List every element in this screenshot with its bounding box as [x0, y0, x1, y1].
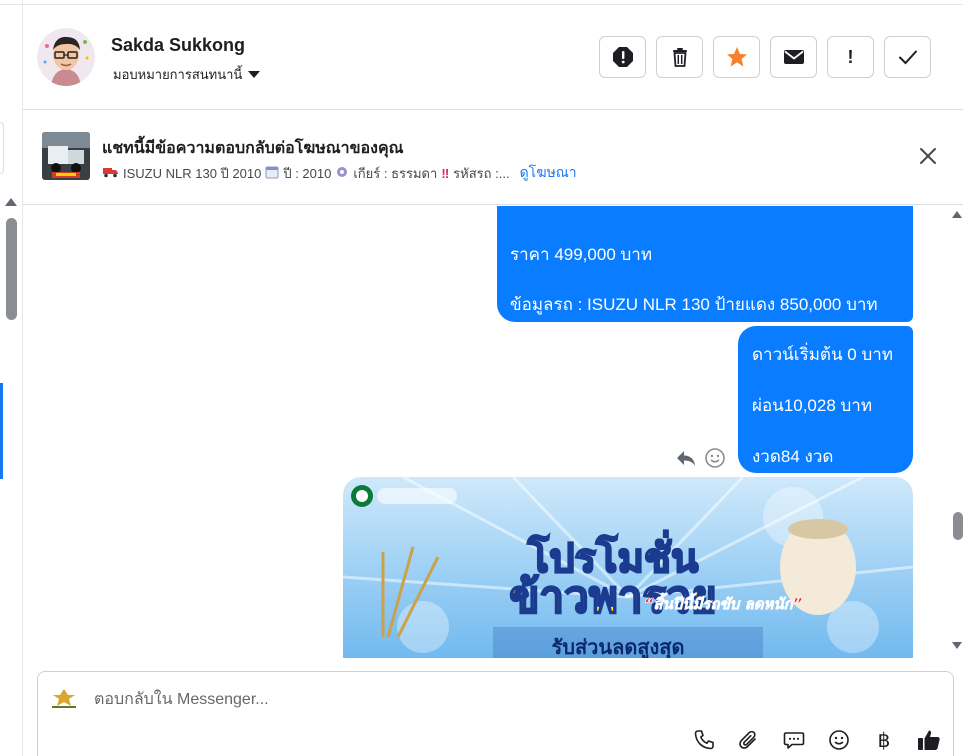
- saved-reply-icon[interactable]: [782, 728, 806, 752]
- emoji-icon[interactable]: [827, 728, 851, 752]
- view-ad-link[interactable]: ดูโฆษณา: [520, 162, 577, 184]
- ad-reply-banner: แชทนี้มีข้อความตอบกลับต่อโฆษณาของคุณ ISU…: [23, 111, 963, 205]
- conversation-header: Sakda Sukkong มอบหมายการสนทนานี้ !: [23, 5, 963, 110]
- mark-unread-button[interactable]: [770, 36, 817, 78]
- caret-down-icon: [248, 71, 261, 78]
- svg-text:รับส่วนลดสูงสุด: รับส่วนลดสูงสุด: [552, 635, 685, 658]
- message-line: ข้อมูลรถ : ISUZU NLR 130 ป้ายแดง 850,000…: [510, 295, 878, 314]
- gear-icon: [335, 165, 349, 182]
- thread-scroll-down-arrow[interactable]: [952, 642, 962, 649]
- close-icon[interactable]: [919, 147, 937, 165]
- ad-desc-gear: เกียร์ : ธรรมดา: [353, 165, 438, 181]
- message-line: ราคา 499,000 บาท: [510, 245, 653, 264]
- exclamation-icon: !: [847, 46, 854, 67]
- composer-toolbar: ฿: [692, 728, 941, 752]
- list-scrollbar-thumb[interactable]: [6, 218, 17, 320]
- message-bubble[interactable]: ดาวน์เริ่มต้น 0 บาท ผ่อน10,028 บาท งวด84…: [738, 326, 913, 473]
- thread-scrollbar-thumb[interactable]: [953, 512, 963, 540]
- ad-description: ISUZU NLR 130 ปี 2010 ปี : 2010 เกียร์ :…: [103, 162, 577, 184]
- mark-spam-button[interactable]: [599, 36, 646, 78]
- list-scroll-up-arrow[interactable]: [5, 198, 17, 206]
- message-bubble[interactable]: ราคา 499,000 บาท ข้อมูลรถ : ISUZU NLR 13…: [497, 206, 913, 322]
- ad-desc-year: ปี : 2010: [283, 165, 332, 181]
- message-thread[interactable]: ราคา 499,000 บาท ข้อมูลรถ : ISUZU NLR 13…: [23, 206, 943, 658]
- header-action-bar: !: [599, 36, 931, 78]
- react-smiley-icon[interactable]: [704, 447, 726, 469]
- ad-thumbnail[interactable]: [42, 132, 90, 180]
- conversation-list-edge: [0, 0, 23, 756]
- promo-image-message[interactable]: โปรโมชั่น ข้าวพารวย “สิ้นปีนี้มีรถขับ ลด…: [343, 477, 913, 658]
- check-icon: [898, 49, 918, 65]
- list-card-edge: [0, 122, 4, 174]
- truck-icon: [103, 166, 119, 181]
- contact-name[interactable]: Sakda Sukkong: [111, 35, 245, 56]
- ad-desc-model: ISUZU NLR 130 ปี 2010: [123, 165, 262, 181]
- reply-input[interactable]: [94, 688, 694, 712]
- delete-button[interactable]: [656, 36, 703, 78]
- thread-scroll-up-arrow[interactable]: [952, 211, 962, 218]
- star-button[interactable]: [713, 36, 760, 78]
- message-line: ดาวน์เริ่มต้น 0 บาท: [752, 345, 894, 364]
- double-exclamation-icon: ‼: [441, 165, 450, 181]
- message-line: ผ่อน10,028 บาท: [752, 396, 873, 415]
- assign-conversation-dropdown[interactable]: มอบหมายการสนทนานี้: [113, 64, 261, 85]
- message-line: งวด84 งวด: [752, 447, 834, 466]
- paperclip-icon[interactable]: [737, 728, 761, 752]
- envelope-icon: [783, 48, 805, 66]
- thumbs-up-icon[interactable]: [917, 728, 941, 752]
- promo-tagline: “สิ้นปีนี้มีรถขับ ลดหนัก”: [644, 592, 803, 613]
- promo-footer: รับส่วนลดสูงสุด: [552, 635, 685, 658]
- svg-text:“สิ้นปีนี้มีรถขับ ลดหนัก”: “สิ้นปีนี้มีรถขับ ลดหนัก”: [644, 592, 803, 613]
- ad-desc-code: รหัสรถ :...: [453, 165, 510, 181]
- page-logo: [48, 686, 80, 710]
- avatar[interactable]: [37, 28, 95, 86]
- follow-up-button[interactable]: !: [827, 36, 874, 78]
- reply-icon[interactable]: [675, 447, 697, 469]
- inbox-conversation-panel: Sakda Sukkong มอบหมายการสนทนานี้ ! แชทนี…: [0, 0, 963, 756]
- assign-label: มอบหมายการสนทนานี้: [113, 67, 243, 82]
- trash-icon: [670, 47, 690, 67]
- phone-icon[interactable]: [692, 728, 716, 752]
- reply-composer: ฿: [37, 671, 954, 756]
- octagon-exclamation-icon: [612, 46, 634, 68]
- baht-payment-icon[interactable]: ฿: [872, 728, 896, 752]
- star-icon: [726, 46, 748, 68]
- calendar-icon: [265, 165, 279, 182]
- mark-done-button[interactable]: [884, 36, 931, 78]
- selected-conversation-indicator: [0, 383, 3, 479]
- ad-banner-title: แชทนี้มีข้อความตอบกลับต่อโฆษณาของคุณ: [102, 140, 404, 157]
